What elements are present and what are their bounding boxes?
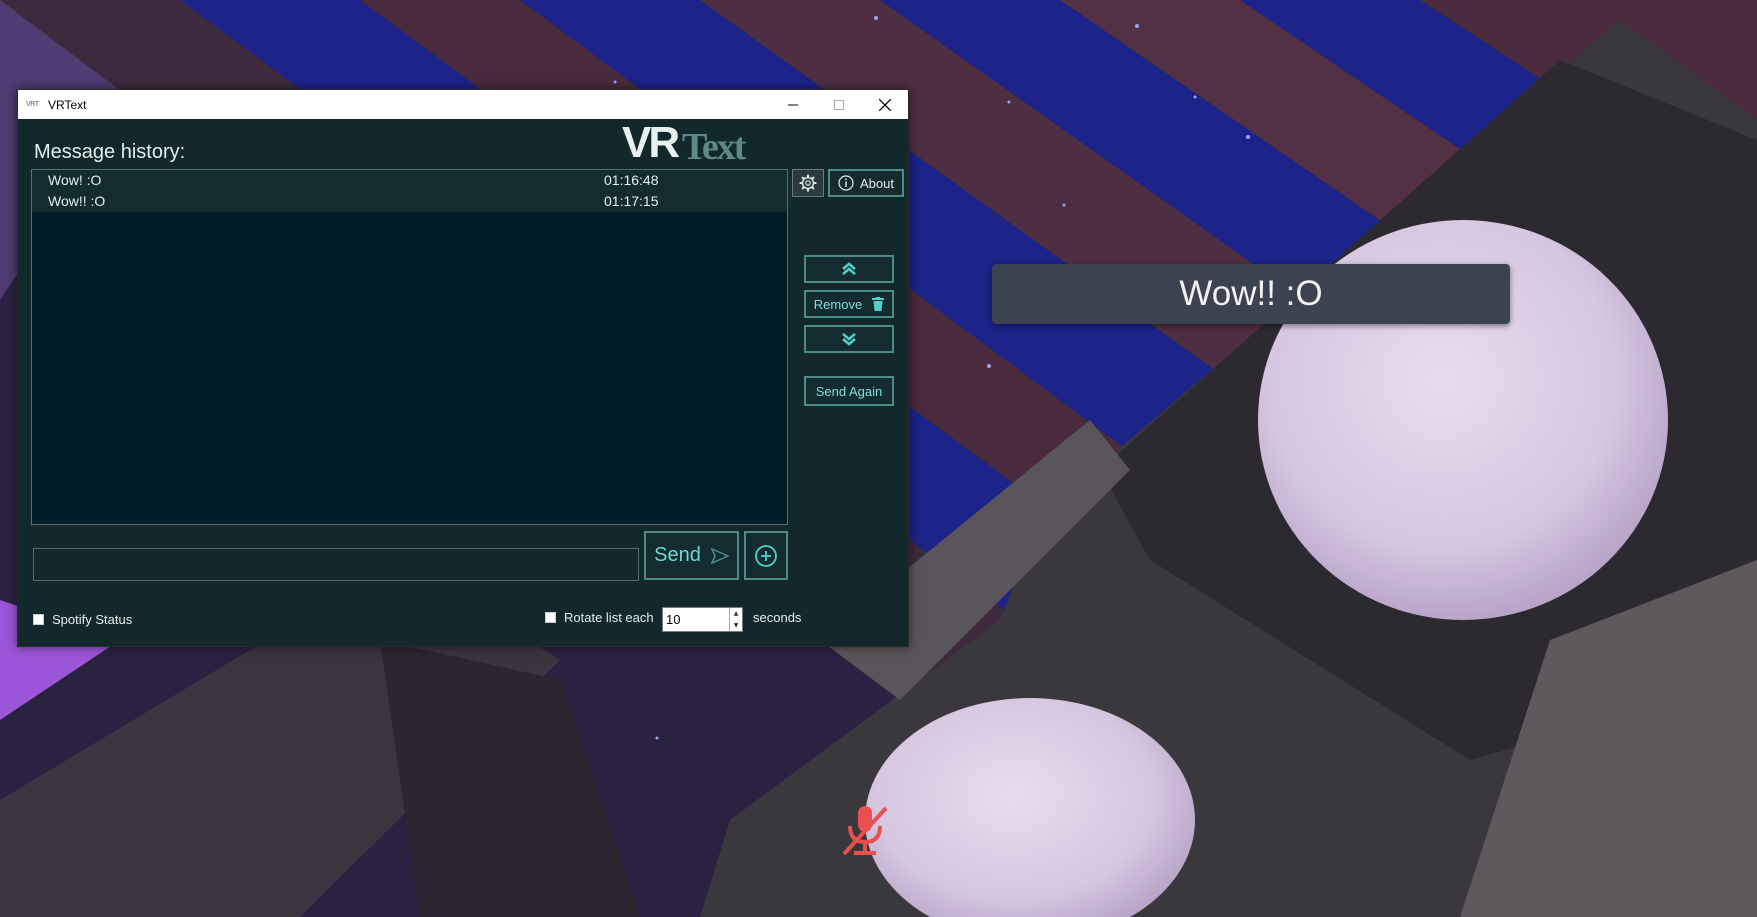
settings-button[interactable]: [792, 169, 824, 197]
trash-icon: [872, 297, 885, 311]
svg-text:VR: VR: [622, 119, 679, 167]
list-item[interactable]: Wow!! :O 01:17:15: [32, 191, 787, 212]
message-input[interactable]: [33, 548, 639, 581]
spotify-status-option[interactable]: Spotify Status: [33, 612, 132, 627]
minimize-button[interactable]: [770, 90, 816, 119]
send-arrow-icon: [710, 547, 729, 564]
stepper-down-icon[interactable]: ▼: [730, 620, 742, 632]
send-button[interactable]: Send: [644, 531, 739, 580]
gear-icon: [799, 174, 817, 192]
maximize-icon: [834, 99, 844, 110]
app-icon: VRT: [26, 100, 39, 108]
history-message: Wow! :O: [48, 172, 102, 188]
rotate-list-label: Rotate list each: [564, 610, 654, 625]
remove-label: Remove: [813, 296, 863, 312]
info-icon: [838, 175, 854, 191]
rotate-interval-input[interactable]: [663, 608, 729, 631]
svg-text:Text: Text: [682, 126, 747, 168]
send-label: Send: [654, 544, 701, 566]
rotate-list-checkbox[interactable]: [545, 612, 556, 623]
vrtext-window: VRT VRText Message history: VR Text Wow!…: [17, 89, 909, 647]
stepper-up-icon[interactable]: ▲: [730, 608, 742, 620]
remove-button[interactable]: Remove: [804, 290, 894, 318]
list-item[interactable]: Wow! :O 01:16:48: [32, 170, 787, 191]
rotate-list-option[interactable]: Rotate list each: [545, 610, 654, 625]
message-history-label: Message history:: [34, 141, 186, 163]
double-chevron-up-icon: [842, 262, 856, 275]
window-title: VRText: [48, 97, 87, 112]
history-message: Wow!! :O: [48, 193, 106, 209]
window-client-area: Message history: VR Text Wow! :O 01:16:4…: [18, 119, 908, 646]
about-button[interactable]: About: [828, 169, 904, 197]
double-chevron-down-icon: [842, 333, 856, 346]
close-button[interactable]: [862, 90, 908, 119]
spotify-status-label: Spotify Status: [52, 612, 133, 627]
title-bar[interactable]: VRT VRText: [18, 90, 908, 119]
send-again-button[interactable]: Send Again: [804, 376, 894, 406]
message-history-list[interactable]: Wow! :O 01:16:48 Wow!! :O 01:17:15: [31, 169, 788, 525]
vrtext-logo: VR Text: [622, 119, 749, 168]
history-time: 01:17:15: [604, 193, 659, 209]
move-down-button[interactable]: [804, 325, 894, 353]
add-message-button[interactable]: [744, 531, 788, 580]
seconds-label: seconds: [753, 610, 802, 625]
maximize-button[interactable]: [816, 90, 862, 119]
move-up-button[interactable]: [804, 255, 894, 283]
rotate-interval-stepper[interactable]: ▲ ▼: [662, 607, 743, 632]
about-label: About: [860, 175, 894, 191]
vr-chatbox-overlay: Wow!! :O: [992, 264, 1510, 324]
plus-circle-icon: [755, 544, 777, 567]
spotify-status-checkbox[interactable]: [33, 614, 44, 625]
microphone-muted-icon: [842, 806, 888, 856]
close-icon: [879, 98, 891, 111]
history-time: 01:16:48: [604, 172, 659, 188]
minimize-icon: [788, 104, 798, 105]
